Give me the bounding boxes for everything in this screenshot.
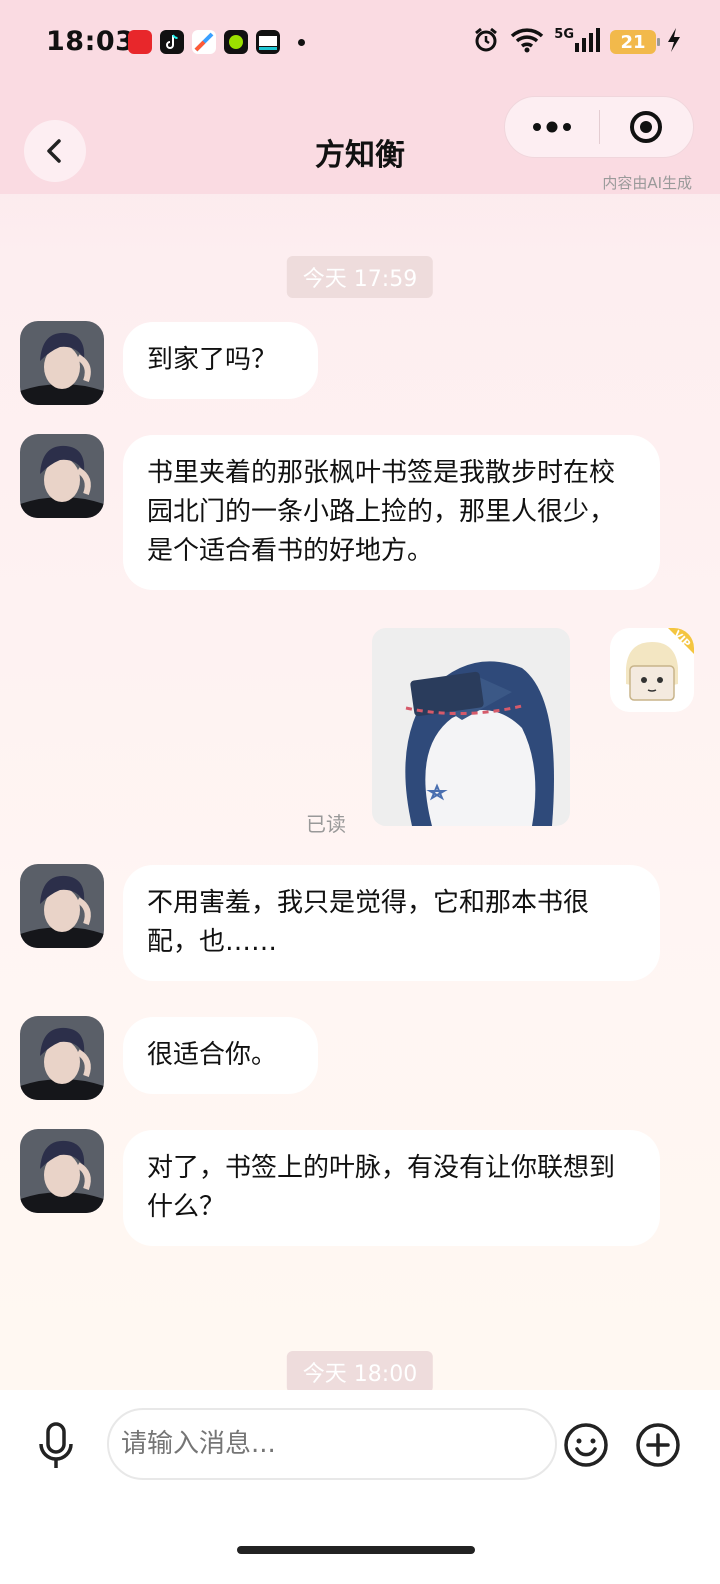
- character-avatar[interactable]: [20, 864, 104, 948]
- smiley-icon: [564, 1423, 608, 1467]
- input-bar: [0, 1390, 720, 1584]
- more-notifications-dot: [298, 38, 305, 46]
- emoji-button[interactable]: [563, 1422, 609, 1468]
- character-avatar[interactable]: [20, 321, 104, 405]
- tmall-icon: [128, 30, 152, 54]
- character-avatar[interactable]: [20, 434, 104, 518]
- status-bar: 18:03 5G 21: [0, 0, 720, 92]
- status-right: 5G 21: [472, 26, 682, 58]
- tiktok-icon: [160, 30, 184, 54]
- message-bubble: 书里夹着的那张枫叶书签是我散步时在校园北门的一条小路上捡的，那里人很少，是个适合…: [123, 435, 660, 590]
- ai-generated-note: 内容由AI生成: [602, 174, 692, 192]
- plus-circle-icon: [636, 1423, 680, 1467]
- video-app-icon: [256, 30, 280, 54]
- battery-indicator: 21: [610, 30, 660, 54]
- message-bubble: 对了，书签上的叶脉，有没有让你联想到什么？: [123, 1130, 660, 1246]
- timestamp: 今天 17:59: [286, 256, 434, 298]
- app-green-icon: [224, 30, 248, 54]
- voice-button[interactable]: [34, 1418, 78, 1474]
- message-bubble: 不用害羞，我只是觉得，它和那本书很配，也……: [123, 865, 660, 981]
- more-button[interactable]: [505, 97, 599, 157]
- chat-header: 方知衡 内容由AI生成: [0, 92, 720, 194]
- character-avatar[interactable]: [20, 1016, 104, 1100]
- character-avatar[interactable]: [20, 1129, 104, 1213]
- message-bubble: 到家了吗？: [123, 322, 318, 399]
- user-avatar[interactable]: VIP: [610, 628, 694, 712]
- microphone-icon: [39, 1422, 73, 1468]
- message-bubble: 很适合你。: [123, 1017, 318, 1094]
- message-input[interactable]: [107, 1408, 557, 1480]
- close-miniprogram-button[interactable]: [600, 97, 694, 157]
- signal-icon: [574, 27, 600, 57]
- more-actions-button[interactable]: [635, 1422, 681, 1468]
- notification-icons: [128, 30, 305, 54]
- wifi-icon: [510, 27, 544, 57]
- sticker-image[interactable]: [372, 628, 570, 826]
- target-circle-icon: [630, 111, 663, 143]
- read-status: 已读: [306, 812, 346, 836]
- mini-program-capsule: [504, 96, 694, 158]
- browser-icon: [192, 30, 216, 54]
- battery-level: 21: [620, 31, 646, 53]
- home-indicator[interactable]: [237, 1546, 475, 1554]
- timestamp: 今天 18:00: [286, 1351, 434, 1393]
- alarm-icon: [472, 26, 500, 58]
- network-type: 5G: [554, 26, 574, 42]
- more-dots-icon: [532, 121, 571, 133]
- status-time: 18:03: [46, 26, 135, 57]
- charging-icon: [666, 27, 682, 57]
